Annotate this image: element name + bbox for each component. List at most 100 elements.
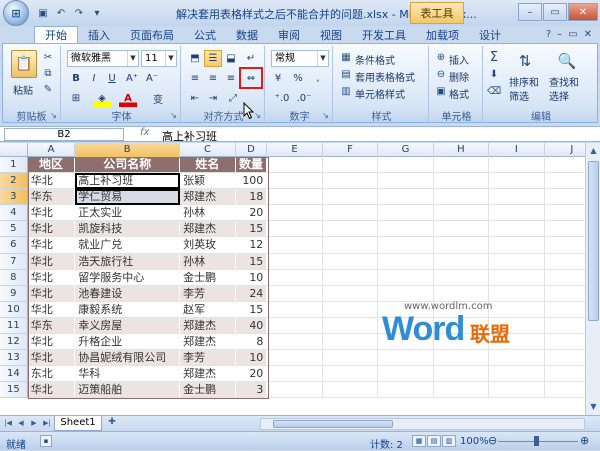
empty-cell[interactable] <box>267 189 323 206</box>
cell-b14[interactable]: 华科 <box>75 366 181 383</box>
tab-5[interactable]: 审阅 <box>268 26 310 43</box>
office-button[interactable]: ⊞ <box>3 0 29 26</box>
empty-cell[interactable] <box>267 253 323 270</box>
cell-c2[interactable]: 张颖 <box>180 173 236 190</box>
ribbon-minimize-icon[interactable]: – <box>557 29 562 40</box>
cell-b11[interactable]: 幸义房屋 <box>75 317 181 335</box>
cell-a9[interactable]: 华北 <box>27 285 76 302</box>
tab-6[interactable]: 视图 <box>310 26 352 43</box>
vertical-scrollbar[interactable]: ▲ ▼ <box>585 143 600 415</box>
cell-d14[interactable]: 20 <box>235 366 268 383</box>
cell-a5[interactable]: 华北 <box>27 221 76 238</box>
row-header[interactable]: 15 <box>0 382 28 399</box>
column-header-c[interactable]: C <box>180 143 236 157</box>
shrink-font-icon[interactable]: A⁻ <box>143 70 161 87</box>
next-sheet-icon[interactable]: ▶ <box>28 417 40 430</box>
increase-indent-icon[interactable]: ⇥ <box>204 90 222 107</box>
cell-d9[interactable]: 24 <box>235 285 268 302</box>
percent-button[interactable]: % <box>289 70 307 87</box>
horizontal-scrollbar[interactable] <box>260 418 585 430</box>
column-header-i[interactable]: I <box>489 143 545 157</box>
cell-d7[interactable]: 15 <box>235 253 268 270</box>
column-header-f[interactable]: F <box>323 143 379 157</box>
ribbon-restore-icon[interactable]: ▭ <box>568 29 577 40</box>
empty-cell[interactable] <box>489 157 545 174</box>
cell-c6[interactable]: 刘英玫 <box>180 237 236 254</box>
orientation-icon[interactable]: ⤢ <box>224 90 242 107</box>
number-format-combo[interactable]: 常规 ▼ <box>271 50 329 67</box>
column-header-h[interactable]: H <box>434 143 490 157</box>
column-header-b[interactable]: B <box>75 143 181 157</box>
last-sheet-icon[interactable]: ▶| <box>41 417 53 430</box>
empty-cell[interactable] <box>322 301 379 318</box>
table-style-icon[interactable]: ▤ <box>339 67 353 81</box>
align-middle-icon[interactable]: ☰ <box>204 50 222 67</box>
tab-2[interactable]: 页面布局 <box>120 26 184 43</box>
empty-cell[interactable] <box>322 173 379 190</box>
insert-button[interactable]: 插入 <box>449 52 469 67</box>
sort-filter-icon[interactable]: ⇅ <box>513 50 537 72</box>
zoom-in-icon[interactable]: ⊕ <box>580 434 589 447</box>
find-label[interactable]: 查找和 <box>549 74 579 89</box>
row-header[interactable]: 5 <box>0 221 28 238</box>
chevron-down-icon[interactable]: ▼ <box>165 51 176 66</box>
cell-a13[interactable]: 华北 <box>27 350 76 367</box>
prev-sheet-icon[interactable]: ◀ <box>15 417 27 430</box>
empty-cell[interactable] <box>378 205 434 222</box>
empty-cell[interactable] <box>489 366 545 383</box>
cell-style-button[interactable]: 单元格样式 <box>355 86 405 101</box>
currency-icon[interactable]: ¥ <box>269 70 287 87</box>
fx-icon[interactable]: fx <box>140 127 149 138</box>
sheet-tab-sheet1[interactable]: Sheet1 <box>54 416 102 431</box>
fill-color-icon[interactable]: ◈ <box>93 90 111 107</box>
tab-1[interactable]: 插入 <box>78 26 120 43</box>
cell-d6[interactable]: 12 <box>235 237 268 254</box>
cell-b15[interactable]: 迈策船舶 <box>75 382 181 399</box>
first-sheet-icon[interactable]: |◀ <box>2 417 14 430</box>
conditional-format-button[interactable]: 条件格式 <box>355 52 395 67</box>
empty-cell[interactable] <box>322 157 379 174</box>
row-header[interactable]: 7 <box>0 253 28 270</box>
normal-view-icon[interactable]: ▦ <box>412 435 426 447</box>
zoom-out-icon[interactable]: ⊖ <box>488 434 497 447</box>
insert-cells-icon[interactable]: ⊕ <box>434 50 448 64</box>
save-icon[interactable]: ▣ <box>35 5 51 21</box>
minimize-icon[interactable]: – <box>518 3 542 21</box>
cell-b7[interactable]: 浩天旅行社 <box>75 253 181 270</box>
cell-a15[interactable]: 华北 <box>27 382 76 399</box>
cell-b8[interactable]: 留学服务中心 <box>75 269 181 286</box>
empty-cell[interactable] <box>378 237 434 254</box>
row-header[interactable]: 1 <box>0 157 28 174</box>
horizontal-scroll-thumb[interactable] <box>273 420 393 428</box>
chevron-down-icon[interactable]: ▼ <box>317 51 328 66</box>
cell-a8[interactable]: 华北 <box>27 269 76 286</box>
cell-c15[interactable]: 金士鹏 <box>180 382 236 399</box>
cell-b3[interactable]: 学仁贸易 <box>75 189 181 206</box>
empty-cell[interactable] <box>322 253 379 270</box>
row-header[interactable]: 2 <box>0 173 28 190</box>
empty-cell[interactable] <box>322 237 379 254</box>
paste-label[interactable]: 粘贴 <box>13 82 33 97</box>
empty-cell[interactable] <box>433 237 490 254</box>
decrease-decimal-icon[interactable]: .0⁻ <box>295 90 313 107</box>
row-header[interactable]: 3 <box>0 189 28 206</box>
select-label[interactable]: 选择 <box>549 88 569 103</box>
empty-cell[interactable] <box>378 189 434 206</box>
cell-a11[interactable]: 华东 <box>27 317 76 335</box>
empty-cell[interactable] <box>267 366 323 383</box>
empty-cell[interactable] <box>378 173 434 190</box>
cell-c11[interactable]: 郑建杰 <box>180 317 236 335</box>
empty-cell[interactable] <box>433 157 490 174</box>
conditional-format-icon[interactable]: ▦ <box>339 50 353 64</box>
empty-cell[interactable] <box>322 221 379 238</box>
dialog-launcher-icon[interactable]: ↘ <box>49 111 58 120</box>
autosum-button[interactable]: Σ <box>487 50 501 65</box>
table-tools-context-tab[interactable]: 表工具 <box>410 2 464 24</box>
cell-d10[interactable]: 15 <box>235 301 268 318</box>
redo-icon[interactable]: ↷ <box>71 5 87 21</box>
empty-cell[interactable] <box>489 350 545 367</box>
page-layout-view-icon[interactable]: ▤ <box>427 435 441 447</box>
empty-cell[interactable] <box>267 221 323 238</box>
empty-cell[interactable] <box>433 350 490 367</box>
help-icon[interactable]: ? <box>546 29 551 40</box>
